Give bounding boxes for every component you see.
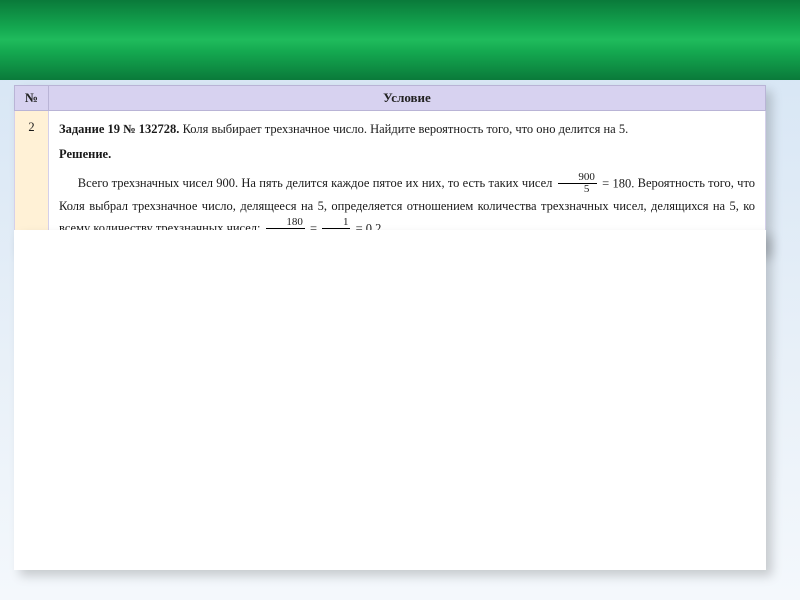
table-header-row: № Условие: [15, 86, 766, 111]
header-band: [0, 0, 800, 80]
header-condition: Условие: [49, 86, 766, 111]
fraction-1: 900 5: [558, 172, 597, 196]
problem-table: № Условие 2 Задание 19 № 132728. Коля вы…: [14, 85, 766, 252]
solution-label: Решение.: [59, 144, 755, 165]
task-line: Задание 19 № 132728. Коля выбирает трехз…: [59, 119, 755, 140]
task-label: Задание 19 № 132728.: [59, 122, 179, 136]
problem-card: № Условие 2 Задание 19 № 132728. Коля вы…: [14, 85, 766, 252]
equals-1: = 180.: [602, 176, 634, 190]
header-number: №: [15, 86, 49, 111]
task-text: Коля выбирает трехзначное число. Найдите…: [183, 122, 629, 136]
fraction-2-num: 180: [266, 217, 305, 229]
slide: № Условие 2 Задание 19 № 132728. Коля вы…: [0, 0, 800, 600]
fraction-1-num: 900: [558, 172, 597, 184]
fraction-1-den: 5: [558, 183, 597, 196]
solution-text-1: Всего трехзначных чисел 900. На пять дел…: [78, 175, 553, 189]
blank-card: [14, 230, 766, 570]
fraction-3-num: 1: [322, 217, 350, 229]
